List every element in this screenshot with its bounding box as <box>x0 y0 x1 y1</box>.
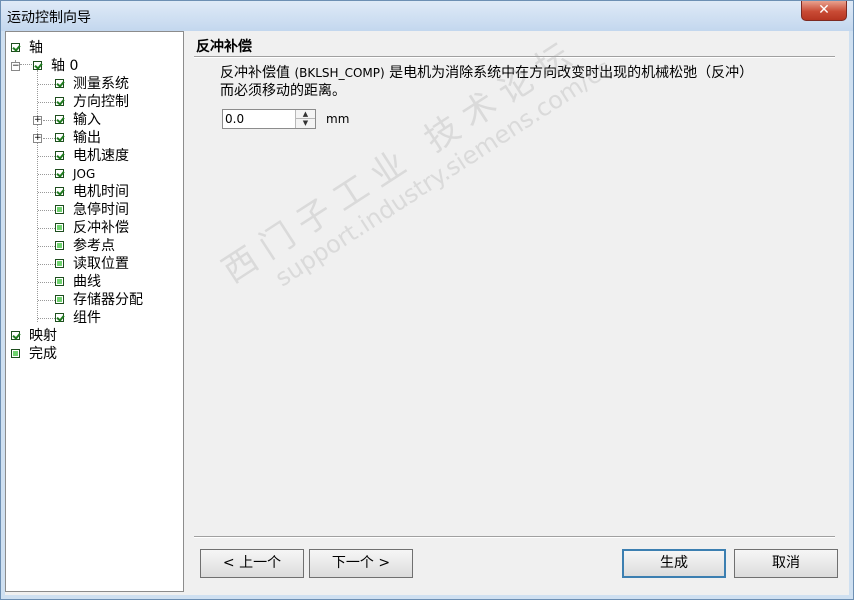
cancel-button[interactable]: 取消 <box>734 549 838 578</box>
backlash-value-input[interactable] <box>225 111 295 127</box>
spin-down-button[interactable]: ▼ <box>295 119 315 128</box>
tree-item-label: 映射 <box>29 328 57 344</box>
checked-icon <box>55 79 64 88</box>
tree-connector <box>20 64 32 65</box>
tree-item-label: 急停时间 <box>73 202 129 218</box>
expand-icon[interactable]: + <box>33 134 42 143</box>
arrow-down-icon: ▼ <box>302 119 309 127</box>
next-button[interactable]: 下一个 > <box>309 549 413 578</box>
tree-item-label: 轴 <box>29 40 43 56</box>
tree-item-label: 测量系统 <box>73 76 129 92</box>
tree-item-label: 存储器分配 <box>73 292 143 308</box>
arrow-up-icon: ▲ <box>302 110 309 118</box>
tree-connector <box>38 174 55 175</box>
checked-icon <box>55 169 64 178</box>
tree-item-label: 输出 <box>73 130 101 146</box>
tree-connector <box>38 246 55 247</box>
tree-item-label: 读取位置 <box>73 256 129 272</box>
checked-icon <box>55 115 64 124</box>
parameter-code: (BKLSH_COMP) <box>294 66 385 80</box>
tree-item-label: 曲线 <box>73 274 101 290</box>
wizard-window: 运动控制向导 ✕ 轴 − 轴 0 测量系统 方向控制 + 输入 + 输出 电机速… <box>0 0 854 600</box>
checked-icon <box>11 43 20 52</box>
window-title: 运动控制向导 <box>7 10 91 26</box>
pending-icon <box>55 241 64 250</box>
page-title: 反冲补偿 <box>196 39 252 55</box>
pending-icon <box>11 349 20 358</box>
tree-item-label: 完成 <box>29 346 57 362</box>
checked-icon <box>11 331 20 340</box>
tree-connector <box>43 138 55 139</box>
checked-icon <box>55 313 64 322</box>
tree-connector <box>38 84 55 85</box>
description-part: 反冲补偿值 <box>220 65 295 81</box>
pending-icon <box>55 205 64 214</box>
tree-connector <box>38 210 55 211</box>
content-panel: 反冲补偿 反冲补偿值 (BKLSH_COMP) 是电机为消除系统中在方向改变时出… <box>190 31 849 595</box>
previous-button[interactable]: < 上一个 <box>200 549 304 578</box>
tree-item-label: 方向控制 <box>73 94 129 110</box>
tree-item-label: 反冲补偿 <box>73 220 129 236</box>
tree-connector <box>38 282 55 283</box>
tree-connector <box>38 300 55 301</box>
title-divider <box>194 56 835 58</box>
close-button[interactable]: ✕ <box>801 1 847 21</box>
tree-item-label: 输入 <box>73 112 101 128</box>
tree-connector <box>37 70 38 322</box>
tree-connector <box>38 228 55 229</box>
navigation-tree: 轴 − 轴 0 测量系统 方向控制 + 输入 + 输出 电机速度 JOG 电机时… <box>5 31 184 592</box>
client-area: 轴 − 轴 0 测量系统 方向控制 + 输入 + 输出 电机速度 JOG 电机时… <box>5 31 849 595</box>
footer-divider <box>194 536 835 538</box>
tree-item-label: 电机速度 <box>73 148 129 164</box>
pending-icon <box>55 295 64 304</box>
tree-item-label: 组件 <box>73 310 101 326</box>
tree-connector <box>38 192 55 193</box>
checked-icon <box>55 151 64 160</box>
checked-icon <box>55 187 64 196</box>
checked-icon <box>55 97 64 106</box>
tree-item-label: JOG <box>73 167 96 181</box>
unit-label: mm <box>326 112 350 126</box>
tree-item-label: 电机时间 <box>73 184 129 200</box>
pending-icon <box>55 277 64 286</box>
backlash-value-stepper[interactable]: ▲ ▼ <box>222 109 316 129</box>
collapse-icon[interactable]: − <box>11 62 20 71</box>
tree-item-label: 轴 0 <box>51 58 79 74</box>
tree-connector <box>38 318 55 319</box>
pending-icon <box>55 259 64 268</box>
description-text: 反冲补偿值 (BKLSH_COMP) 是电机为消除系统中在方向改变时出现的机械松… <box>220 64 760 100</box>
tree-connector <box>43 120 55 121</box>
generate-button[interactable]: 生成 <box>622 549 726 578</box>
tree-connector <box>38 102 55 103</box>
expand-icon[interactable]: + <box>33 116 42 125</box>
tree-connector <box>38 156 55 157</box>
checked-icon <box>55 133 64 142</box>
title-bar: 运动控制向导 ✕ <box>1 1 853 31</box>
spin-up-button[interactable]: ▲ <box>295 110 315 119</box>
tree-connector <box>38 264 55 265</box>
close-icon: ✕ <box>818 2 830 18</box>
checked-icon <box>33 61 42 70</box>
pending-icon <box>55 223 64 232</box>
tree-item-label: 参考点 <box>73 238 115 254</box>
